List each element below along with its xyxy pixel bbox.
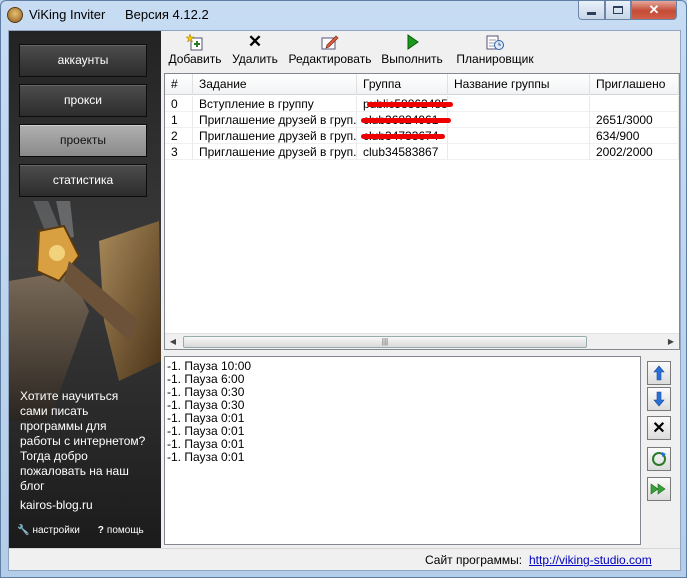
table-row[interactable]: 3 Приглашение друзей в груп... club34583… (165, 144, 679, 160)
help-label: помощь (106, 525, 144, 536)
move-up-button[interactable] (647, 361, 671, 385)
sidebar-item-label: статистика (52, 173, 114, 187)
sidebar-item-projects[interactable]: проекты (19, 124, 147, 157)
status-bar: Сайт программы: http://viking-studio.com (9, 548, 680, 570)
row-group: club34583867 (357, 144, 448, 160)
sidebar-item-label: прокси (64, 93, 102, 107)
row-group-name (448, 128, 590, 144)
forward-button[interactable] (647, 477, 671, 501)
sidebar: аккаунты прокси проекты статистика Хотит… (9, 31, 161, 548)
table-horizontal-scrollbar[interactable]: ◀ ||| ▶ (165, 333, 679, 349)
promo-blog-link[interactable]: kairos-blog.ru (20, 498, 93, 512)
scheduler-label: Планировщик (456, 52, 534, 66)
redaction-mark (361, 118, 451, 123)
column-header-number[interactable]: # (165, 74, 193, 95)
edit-pencil-icon (288, 33, 372, 51)
move-down-button[interactable] (647, 387, 671, 411)
row-group-name (448, 144, 590, 160)
scroll-right-arrow-icon[interactable]: ▶ (663, 334, 679, 350)
row-number: 2 (165, 128, 193, 144)
row-invited: 2651/3000 (590, 112, 679, 128)
row-task: Приглашение друзей в груп... (193, 112, 357, 128)
settings-link[interactable]: 🔧 настройки (17, 525, 80, 536)
title-bar[interactable]: ViKing Inviter Версия 4.12.2 ✕ (1, 1, 686, 29)
row-invited: 634/900 (590, 128, 679, 144)
close-icon: ✕ (648, 2, 660, 17)
maximize-icon (613, 6, 623, 14)
viking-app-icon (7, 7, 23, 23)
arrow-down-icon (653, 391, 665, 407)
scrollbar-thumb[interactable]: ||| (183, 336, 587, 348)
site-link[interactable]: http://viking-studio.com (529, 553, 652, 567)
sidebar-item-label: проекты (59, 133, 107, 147)
scheduler-button[interactable]: Планировщик (452, 33, 538, 67)
question-icon: ? (97, 525, 104, 536)
add-icon (168, 33, 222, 51)
add-label: Добавить (168, 52, 222, 66)
row-group-name (448, 96, 590, 112)
delete-button[interactable]: ✕ Удалить (230, 33, 280, 67)
sidebar-footer: 🔧 настройки ? помощь (17, 525, 144, 536)
column-header-task[interactable]: Задание (193, 74, 357, 95)
promo-text: Хотите научиться сами писать программы д… (20, 389, 146, 493)
refresh-button[interactable] (647, 447, 671, 471)
row-number: 0 (165, 96, 193, 112)
projects-table[interactable]: # Задание Группа Название группы Приглаш… (164, 73, 680, 350)
double-arrow-right-icon (650, 483, 666, 495)
column-header-invited[interactable]: Приглашено (590, 74, 679, 95)
column-header-group-name[interactable]: Название группы (448, 74, 590, 95)
toolbar: Добавить ✕ Удалить Редактировать Выполни… (164, 31, 680, 69)
delete-label: Удалить (232, 52, 278, 66)
minimize-icon (587, 11, 596, 15)
settings-label: настройки (32, 525, 80, 536)
sidebar-item-label: аккаунты (57, 53, 109, 67)
row-number: 3 (165, 144, 193, 160)
run-button[interactable]: Выполнить (379, 33, 445, 67)
play-icon (379, 33, 445, 51)
row-invited (590, 96, 679, 112)
log-output[interactable]: -1. Пауза 10:00 -1. Пауза 6:00 -1. Пауза… (164, 356, 641, 545)
row-group-name (448, 112, 590, 128)
run-label: Выполнить (381, 52, 443, 66)
row-task: Приглашение друзей в груп... (193, 128, 357, 144)
table-header: # Задание Группа Название группы Приглаш… (165, 74, 679, 95)
app-title: ViKing Inviter (29, 7, 106, 22)
refresh-icon (652, 452, 666, 466)
scheduler-clock-icon (452, 33, 538, 51)
clear-x-icon: ✕ (652, 420, 666, 437)
main-client-area: аккаунты прокси проекты статистика Хотит… (8, 30, 681, 571)
minimize-button[interactable] (578, 1, 605, 20)
redaction-mark (367, 102, 453, 107)
help-link[interactable]: ? помощь (98, 525, 144, 536)
sidebar-item-statistics[interactable]: статистика (19, 164, 147, 197)
sidebar-item-proxies[interactable]: прокси (19, 84, 147, 117)
app-window: ViKing Inviter Версия 4.12.2 ✕ аккаунты … (0, 0, 687, 578)
sidebar-artwork (9, 201, 161, 421)
edit-label: Редактировать (288, 52, 372, 66)
site-label: Сайт программы: (425, 553, 523, 567)
log-line: -1. Пауза 0:01 (167, 450, 245, 464)
column-header-group[interactable]: Группа (357, 74, 448, 95)
scroll-left-arrow-icon[interactable]: ◀ (165, 334, 181, 350)
clear-log-button[interactable]: ✕ (647, 416, 671, 440)
close-button[interactable]: ✕ (631, 1, 677, 20)
row-number: 1 (165, 112, 193, 128)
row-task: Приглашение друзей в груп... (193, 144, 357, 160)
maximize-button[interactable] (605, 1, 631, 20)
sidebar-item-accounts[interactable]: аккаунты (19, 44, 147, 77)
arrow-up-icon (653, 365, 665, 381)
row-invited: 2002/2000 (590, 144, 679, 160)
delete-x-icon: ✕ (247, 32, 263, 51)
add-button[interactable]: Добавить (168, 33, 222, 67)
row-task: Вступление в группу (193, 96, 357, 112)
edit-button[interactable]: Редактировать (288, 33, 372, 67)
wrench-icon: 🔧 (17, 525, 30, 536)
app-version: Версия 4.12.2 (125, 7, 209, 22)
redaction-mark (361, 134, 445, 139)
